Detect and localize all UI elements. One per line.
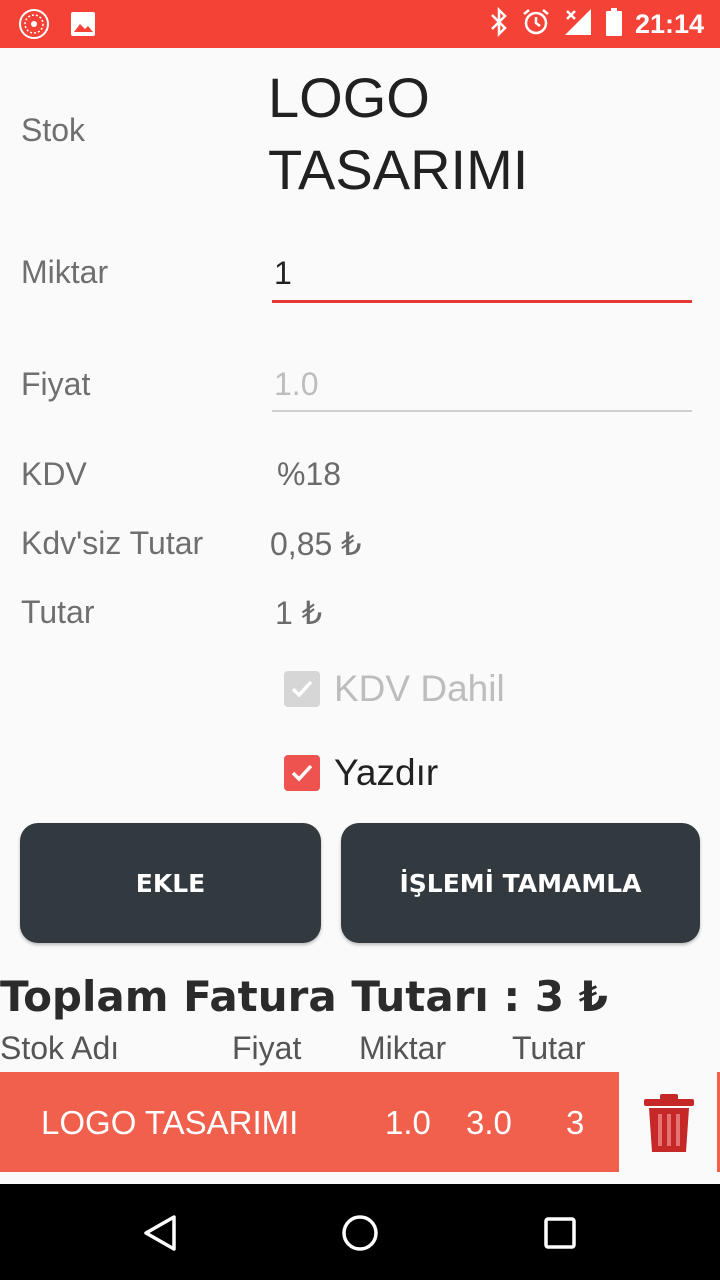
miktar-label: Miktar bbox=[21, 254, 109, 290]
ekle-button[interactable]: EKLE bbox=[20, 823, 321, 943]
check-icon bbox=[284, 671, 320, 707]
kdvsiz-tutar-value: 0,85 ₺ bbox=[270, 526, 362, 562]
yazdir-label: Yazdır bbox=[334, 752, 439, 793]
trash-icon bbox=[640, 1094, 698, 1158]
row-tutar: 3 bbox=[566, 1104, 585, 1141]
invoice-total: Toplam Fatura Tutarı : 3 ₺ bbox=[0, 972, 608, 1021]
kdv-dahil-label: KDV Dahil bbox=[334, 668, 505, 709]
image-notification-icon bbox=[68, 9, 98, 43]
bluetooth-icon bbox=[489, 6, 509, 41]
miktar-input[interactable]: 1 bbox=[272, 247, 692, 303]
kdv-label: KDV bbox=[21, 456, 87, 492]
check-icon bbox=[284, 755, 320, 791]
alarm-icon bbox=[521, 7, 551, 41]
table-row[interactable]: LOGO TASARIMI 1.0 3.0 3 bbox=[0, 1072, 619, 1172]
battery-icon bbox=[605, 7, 623, 41]
kdvsiz-tutar-label: Kdv'siz Tutar bbox=[21, 525, 204, 561]
kdv-value: %18 bbox=[277, 456, 342, 492]
clock: 21:14 bbox=[634, 8, 704, 39]
complete-transaction-button[interactable]: İŞLEMİ TAMAMLA bbox=[341, 823, 700, 943]
stok-value: LOGO TASARIMI bbox=[268, 66, 529, 201]
app-notification-icon bbox=[18, 8, 50, 44]
stok-label: Stok bbox=[21, 112, 86, 148]
signal-icon bbox=[563, 7, 593, 41]
column-header-tutar: Tutar bbox=[512, 1030, 586, 1066]
tutar-value: 1 ₺ bbox=[275, 595, 323, 631]
row-miktar: 3.0 bbox=[466, 1104, 512, 1141]
status-bar: 21:14 bbox=[0, 0, 720, 48]
row-stok-name: LOGO TASARIMI bbox=[41, 1104, 299, 1141]
fiyat-input[interactable]: 1.0 bbox=[272, 356, 692, 412]
column-header-fiyat: Fiyat bbox=[232, 1030, 302, 1066]
column-header-miktar: Miktar bbox=[359, 1030, 447, 1066]
delete-row-button[interactable] bbox=[640, 1092, 698, 1158]
column-header-stok-adi: Stok Adı bbox=[0, 1030, 120, 1066]
fiyat-label: Fiyat bbox=[21, 366, 91, 402]
row-fiyat: 1.0 bbox=[385, 1104, 431, 1141]
yazdir-checkbox[interactable]: Yazdır bbox=[284, 752, 438, 794]
back-icon[interactable] bbox=[142, 1214, 178, 1256]
kdv-dahil-checkbox[interactable]: KDV Dahil bbox=[284, 668, 505, 710]
home-icon[interactable] bbox=[341, 1214, 379, 1256]
recents-icon[interactable] bbox=[543, 1216, 577, 1254]
tutar-label: Tutar bbox=[21, 594, 95, 630]
navigation-bar bbox=[0, 1184, 720, 1280]
